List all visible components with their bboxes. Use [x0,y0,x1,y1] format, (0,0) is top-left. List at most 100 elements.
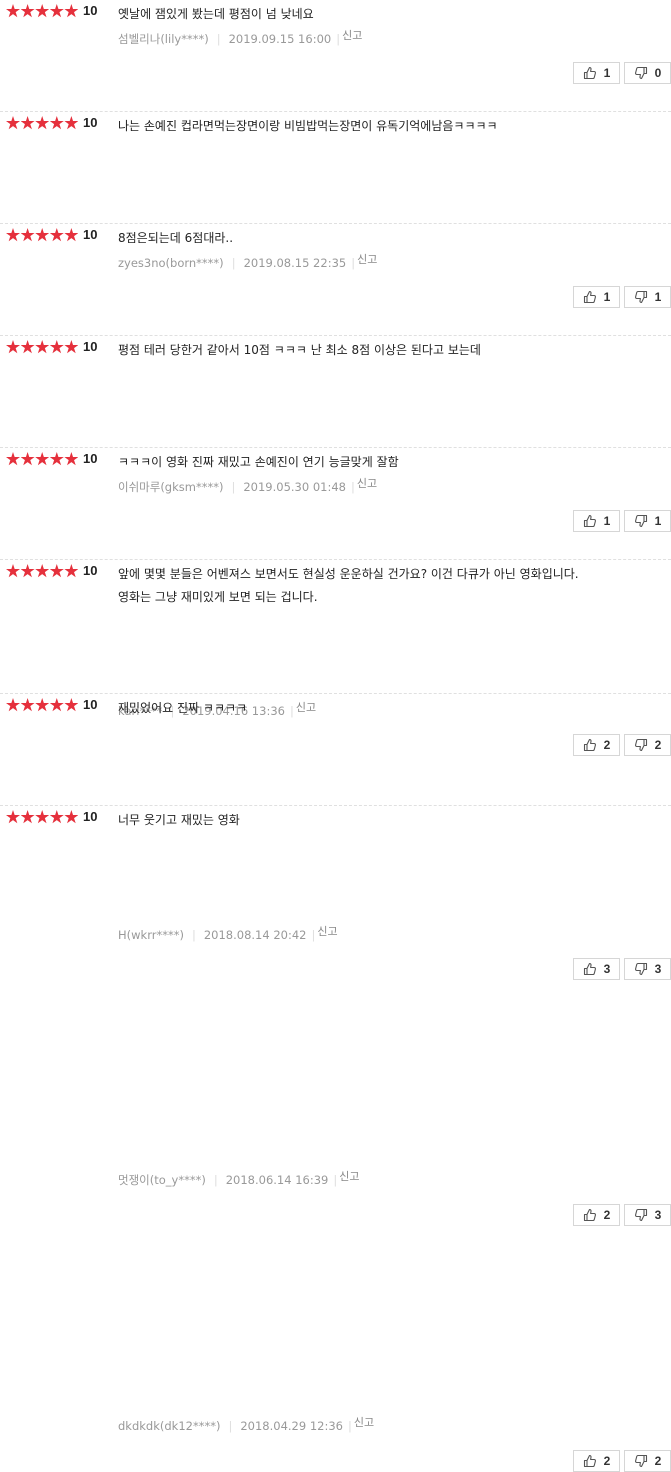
review-text: 앞에 몇몇 분들은 어벤져스 보면서도 현실성 운운하실 건가요? 이건 다큐가… [118,563,663,609]
thumbs-down-icon [634,66,648,80]
star-icon [6,116,20,130]
like-button[interactable]: 2 [573,1204,620,1226]
report-link[interactable]: 신고 [339,1170,359,1183]
review-date: 2018.08.14 20:42 [203,928,307,942]
star-icon [6,4,20,18]
star-icon [64,228,79,242]
thumbs-up-icon [583,1208,597,1222]
review-author[interactable]: 섬벨리나(lily****) [118,32,209,46]
star-icon [6,452,20,466]
review-meta: dkdkdk(dk12****) | 2018.04.29 12:36 | 신고 [118,1416,374,1434]
star-icon [6,564,20,578]
review-author[interactable]: H(wkrr****) [118,928,184,942]
review-item: 10 앞에 몇몇 분들은 어벤져스 보면서도 현실성 운운하실 건가요? 이건 다… [0,560,671,1226]
star-icon [20,116,35,130]
star-icon [49,116,64,130]
dislike-button[interactable]: 3 [624,1204,671,1226]
star-icon [64,452,79,466]
dislike-button[interactable]: 0 [624,62,671,84]
star-icon [35,4,50,18]
divider: | [228,1419,233,1433]
dislike-button[interactable]: 3 [624,958,671,980]
star-icon [6,698,20,712]
star-icon [49,340,64,354]
star-icon [49,4,64,18]
review-item: 10 재밌었어요 진짜 ㅋㅋㅋㅋ dkdkdk(dk12****) | 2018.04.… [0,694,671,1472]
review-text: 옛날에 잼있게 봤는데 평점이 넘 낮네요 [118,3,663,26]
review-text: ㅋㅋㅋ이 영화 진짜 재밌고 손예진이 연기 능글맞게 잘함 [118,451,663,474]
divider: | [216,32,221,46]
review-item: 10 ㅋㅋㅋ이 영화 진짜 재밌고 손예진이 연기 능글맞게 잘함 H(wkrr**… [0,448,671,980]
star-rating [6,116,79,130]
review-score: 10 [83,563,98,578]
star-icon [64,698,79,712]
like-count: 2 [603,1208,611,1222]
dislike-count: 3 [654,962,662,976]
star-icon [64,564,79,578]
review-date: 2019.09.15 16:00 [228,32,332,46]
review-list: 10 옛날에 잼있게 봤는데 평점이 넘 낮네요 섬벨리나(lily****) | 20… [0,0,671,1472]
thumbs-up-icon [583,962,597,976]
thumbs-up-icon [583,1454,597,1468]
star-icon [20,564,35,578]
like-button[interactable]: 3 [573,958,620,980]
star-icon [6,810,20,824]
divider: | [191,928,196,942]
star-icon [35,564,50,578]
review-score: 10 [83,115,98,130]
review-date: 2018.04.29 12:36 [240,1419,343,1433]
review-text-line: 8점은되는데 6점대라.. [118,231,234,245]
review-score: 10 [83,339,98,354]
star-rating [6,340,79,354]
review-date: 2018.06.14 16:39 [225,1173,329,1187]
dislike-count: 3 [654,1208,662,1222]
divider: | [213,1173,218,1187]
star-icon [64,340,79,354]
like-button[interactable]: 2 [573,1450,620,1472]
star-icon [64,810,79,824]
review-text-line: 평점 테러 당한거 같아서 10점 ㅋㅋㅋ 난 최소 8점 이상은 된다고 보는… [118,343,481,357]
review-text: 너무 웃기고 재밌는 영화 [118,809,663,832]
star-rating [6,4,79,18]
star-icon [35,228,50,242]
review-author[interactable]: dkdkdk(dk12****) [118,1419,220,1433]
star-icon [20,4,35,18]
dislike-count: 2 [654,1454,662,1468]
like-count: 3 [603,962,611,976]
review-text-line: 영화는 그냥 재미있게 보면 되는 겁니다. [118,590,318,604]
star-icon [6,228,20,242]
star-rating [6,810,79,824]
vote-buttons: 22 [573,1450,671,1472]
star-icon [20,228,35,242]
divider: | [333,1173,338,1187]
like-button[interactable]: 1 [573,62,620,84]
star-icon [20,452,35,466]
review-score: 10 [83,3,98,18]
vote-buttons: 23 [573,1204,671,1226]
review-text: 나는 손예진 컵라면먹는장면이랑 비빔밥먹는장면이 유독기억에남음ㅋㅋㅋㅋ [118,115,663,138]
divider: | [336,32,341,46]
review-item: 10 옛날에 잼있게 봤는데 평점이 넘 낮네요섬벨리나(lily****) | 20… [0,0,671,112]
report-link[interactable]: 신고 [354,1416,374,1429]
star-icon [20,698,35,712]
report-link[interactable]: 신고 [342,29,362,42]
report-link[interactable]: 신고 [317,925,337,938]
thumbs-down-icon [634,962,648,976]
review-score: 10 [83,227,98,242]
thumbs-up-icon [583,66,597,80]
review-text: 재밌었어요 진짜 ㅋㅋㅋㅋ [118,697,663,720]
review-item: 10 나는 손예진 컵라면먹는장면이랑 비빔밥먹는장면이 유독기억에남음ㅋㅋㅋㅋ z… [0,112,671,308]
star-icon [49,452,64,466]
dislike-button[interactable]: 2 [624,1450,671,1472]
review-author[interactable]: 멋쟁이(to_y****) [118,1173,206,1187]
vote-buttons: 10 [573,62,671,84]
star-icon [35,452,50,466]
review-meta: H(wkrr****) | 2018.08.14 20:42 | 신고 [118,925,338,943]
review-item: 10 평점 테러 당한거 같아서 10점 ㅋㅋㅋ 난 최소 8점 이상은 된다고 … [0,336,671,756]
review-text: 평점 테러 당한거 같아서 10점 ㅋㅋㅋ 난 최소 8점 이상은 된다고 보는… [118,339,663,362]
star-icon [49,564,64,578]
like-count: 1 [603,66,611,80]
star-icon [35,698,50,712]
review-text-line: 나는 손예진 컵라면먹는장면이랑 비빔밥먹는장면이 유독기억에남음ㅋㅋㅋㅋ [118,119,498,133]
star-rating [6,452,79,466]
